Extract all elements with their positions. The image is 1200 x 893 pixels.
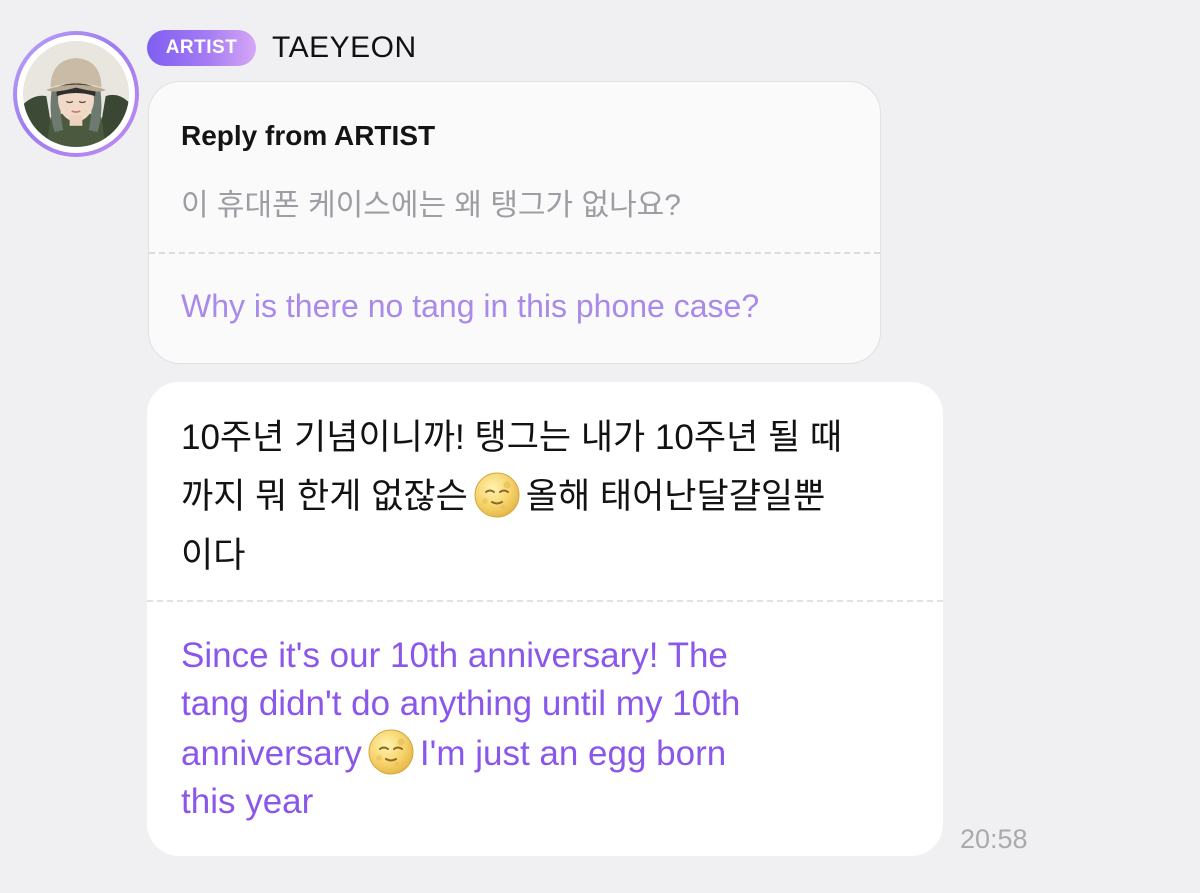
message-divider	[147, 600, 943, 602]
translation-line: tang didn't do anything until my 10th	[181, 684, 741, 723]
artist-badge: ARTIST	[147, 30, 256, 66]
message-translation-text: Since it's our 10th anniversary! The tan…	[181, 632, 921, 826]
translation-line: anniversary I'm just an egg born	[181, 728, 921, 778]
author-name[interactable]: TAEYEON	[272, 30, 417, 66]
reply-quote-card[interactable]: Reply from ARTIST 이 휴대폰 케이스에는 왜 탱그가 없나요?…	[148, 81, 881, 364]
translation-segment: anniversary	[181, 734, 362, 773]
translation-segment: I'm just an egg born	[419, 734, 727, 773]
reply-title: Reply from ARTIST	[181, 120, 436, 151]
translation-line: this year	[181, 782, 314, 821]
avatar[interactable]	[13, 31, 139, 157]
message-line: 까지 뭐 한게 없잖슨 올해 태어난달걀일뿐	[181, 467, 921, 526]
reply-divider	[149, 252, 880, 254]
avatar-photo	[23, 41, 129, 147]
message-segment: 올해 태어난달걀일뿐	[525, 477, 826, 516]
message-bubble[interactable]: 10주년 기념이니까! 탱그는 내가 10주년 될 때 까지 뭐 한게 없잖슨 …	[147, 382, 943, 856]
message-timestamp: 20:58	[960, 824, 1028, 854]
message-segment: 까지 뭐 한게 없잖슨	[181, 477, 468, 516]
message-line: 10주년 기념이니까! 탱그는 내가 10주년 될 때	[181, 418, 843, 457]
avatar-frame	[17, 35, 135, 153]
translation-line: Since it's our 10th anniversary! The	[181, 636, 728, 675]
full-moon-face-icon	[474, 472, 520, 518]
message-original-text: 10주년 기념이니까! 탱그는 내가 10주년 될 때 까지 뭐 한게 없잖슨 …	[181, 408, 921, 585]
message-line: 이다	[181, 536, 246, 575]
full-moon-face-icon	[368, 729, 414, 775]
reply-translation-text: Why is there no tang in this phone case?	[181, 288, 760, 324]
reply-original-text: 이 휴대폰 케이스에는 왜 탱그가 없나요?	[181, 189, 681, 222]
